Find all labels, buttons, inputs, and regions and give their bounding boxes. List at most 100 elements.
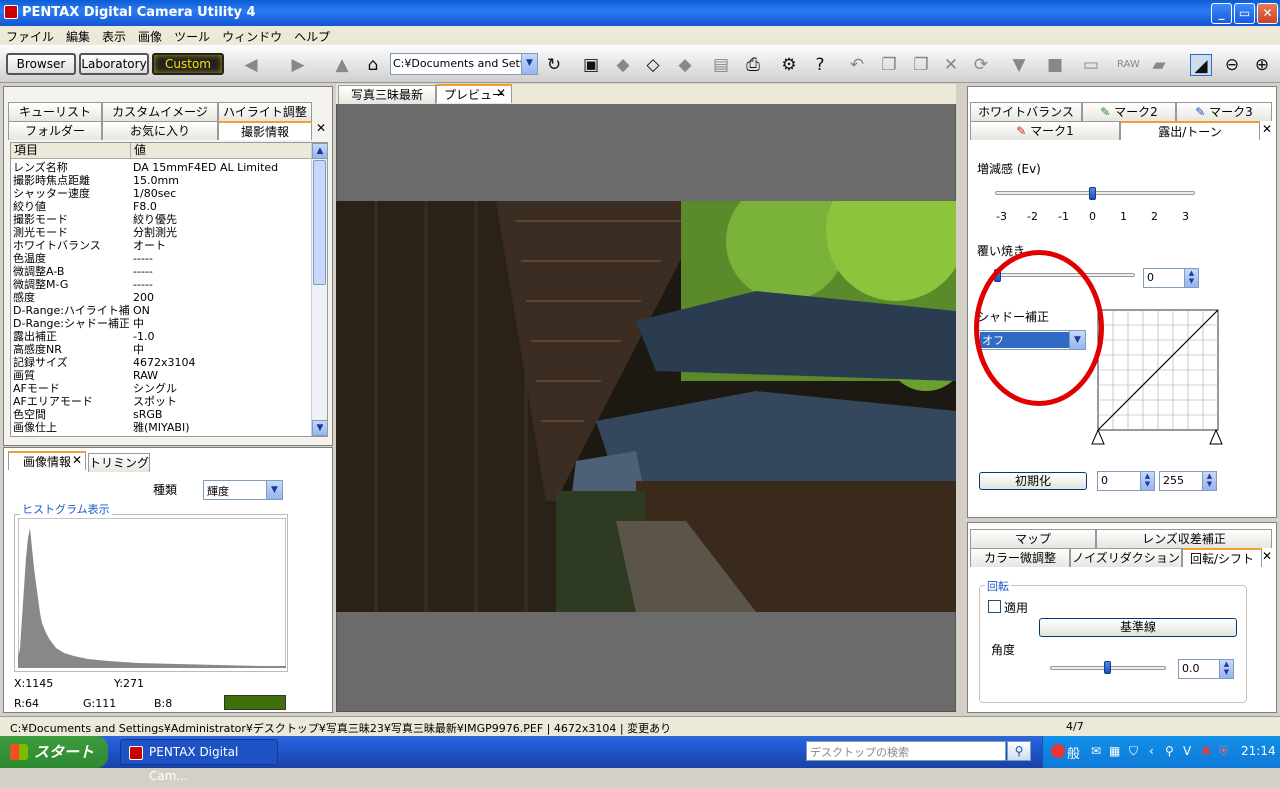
- display-toggle-icon[interactable]: ▣: [580, 54, 602, 76]
- table-row[interactable]: 感度 200: [11, 291, 313, 304]
- table-row[interactable]: D-Range:ハイライト補... ON: [11, 304, 313, 317]
- up-arrow-icon[interactable]: ▲: [331, 54, 353, 76]
- scroll-up-icon[interactable]: ▲: [312, 143, 327, 159]
- tab-mark2[interactable]: ✎ マーク2: [1082, 102, 1176, 121]
- menu-edit[interactable]: 編集: [60, 26, 96, 45]
- fit-view-icon[interactable]: ◢: [1190, 54, 1212, 76]
- table-row[interactable]: 画像仕上 雅(MIYABI): [11, 421, 313, 434]
- table-row[interactable]: D-Range:シャドー補正中: [11, 317, 313, 330]
- table-row[interactable]: 記録サイズ 4672x3104: [11, 356, 313, 369]
- table-row[interactable]: 画質 RAW: [11, 369, 313, 382]
- table-row[interactable]: 色温度 -----: [11, 252, 313, 265]
- custom-button[interactable]: Custom: [152, 53, 224, 75]
- search-icon[interactable]: ⚲: [1007, 741, 1031, 761]
- table-row[interactable]: シャッター速度 1/80sec: [11, 187, 313, 200]
- menu-help[interactable]: ヘルプ: [288, 26, 336, 45]
- undo-icon[interactable]: ↶: [846, 54, 868, 76]
- tray-network-icon[interactable]: ⚲: [1165, 744, 1174, 758]
- table-row[interactable]: レンズ名称 DA 15mmF4ED AL Limited: [11, 161, 313, 174]
- window-icon[interactable]: ▭: [1080, 54, 1102, 76]
- spin-icon[interactable]: ▲ ▼: [1202, 472, 1216, 490]
- tray-tools-icon[interactable]: ✉: [1091, 744, 1101, 758]
- menu-file[interactable]: ファイル: [0, 26, 60, 45]
- exposure-slider-thumb[interactable]: [1089, 187, 1096, 200]
- gray-square-icon[interactable]: ■: [1044, 54, 1066, 76]
- tab-exposure-tone[interactable]: 露出/トーン: [1120, 121, 1260, 140]
- tab-mark3[interactable]: ✎ マーク3: [1176, 102, 1272, 121]
- menu-view[interactable]: 表示: [96, 26, 132, 45]
- close-icon[interactable]: ✕: [496, 86, 506, 100]
- table-row[interactable]: 色空間 sRGB: [11, 408, 313, 421]
- spin-icon[interactable]: ▲ ▼: [1184, 269, 1198, 287]
- chevron-down-icon[interactable]: ▼: [521, 54, 537, 74]
- refresh-icon[interactable]: ↻: [543, 54, 565, 76]
- forward-arrow-icon[interactable]: ▶: [287, 54, 309, 76]
- spin-icon[interactable]: ▲ ▼: [1140, 472, 1154, 490]
- path-combo[interactable]: C:¥Documents and Settir ▼: [390, 53, 538, 75]
- column-header[interactable]: 値: [131, 143, 313, 159]
- close-icon[interactable]: ✕: [1262, 122, 1272, 136]
- browser-button[interactable]: Browser: [6, 53, 76, 75]
- start-button[interactable]: スタート: [0, 736, 108, 768]
- tray-package-icon[interactable]: ▦: [1109, 744, 1120, 758]
- chevron-down-icon[interactable]: ▼: [266, 481, 282, 499]
- table-row[interactable]: 微調整M-G -----: [11, 278, 313, 291]
- table-row[interactable]: 微調整A-B -----: [11, 265, 313, 278]
- tray-shield-icon[interactable]: ⛉: [1129, 744, 1138, 759]
- tab-shooting-info[interactable]: 撮影情報: [218, 121, 312, 140]
- close-button[interactable]: ✕: [1257, 3, 1278, 24]
- laboratory-button[interactable]: Laboratory: [79, 53, 149, 75]
- table-row[interactable]: ホワイトバランス オート: [11, 239, 313, 252]
- home-icon[interactable]: ⌂: [362, 54, 384, 76]
- vertical-scrollbar[interactable]: ▲ ▼: [311, 143, 327, 436]
- next-image-icon[interactable]: ◇: [642, 54, 664, 76]
- table-row[interactable]: AFエリアモード スポット: [11, 395, 313, 408]
- high-input[interactable]: 255 ▲ ▼: [1159, 471, 1217, 491]
- tab-color-adjust[interactable]: カラー微調整: [970, 548, 1070, 567]
- tab-mark1[interactable]: ✎ マーク1: [970, 121, 1120, 140]
- back-arrow-icon[interactable]: ◀: [240, 54, 262, 76]
- zoom-out-icon[interactable]: ⊖: [1221, 54, 1243, 76]
- menu-image[interactable]: 画像: [132, 26, 168, 45]
- table-row[interactable]: 露出補正 -1.0: [11, 330, 313, 343]
- tray-antivirus-icon[interactable]: V: [1183, 744, 1191, 758]
- burn-input[interactable]: 0 ▲ ▼: [1143, 268, 1199, 288]
- diamond-icon[interactable]: ◆: [674, 54, 696, 76]
- tab-noise-reduction[interactable]: ノイズリダクション: [1070, 548, 1182, 567]
- tab-queue-list[interactable]: キューリスト: [8, 102, 102, 121]
- table-row[interactable]: 測光モード 分割測光: [11, 226, 313, 239]
- baseline-button[interactable]: 基準線: [1039, 618, 1237, 637]
- minimize-button[interactable]: _: [1211, 3, 1232, 24]
- table-row[interactable]: 高感度NR 中: [11, 343, 313, 356]
- tab-rotate-shift[interactable]: 回転/シフト: [1182, 548, 1262, 567]
- copy-icon[interactable]: ❐: [878, 54, 900, 76]
- maximize-button[interactable]: ▭: [1234, 3, 1255, 24]
- filter-icon[interactable]: ▼: [1008, 54, 1030, 76]
- taskbar-item-pentax[interactable]: PENTAX Digital Cam...: [120, 739, 278, 783]
- tray-arrow-icon[interactable]: ‹: [1149, 744, 1154, 758]
- spin-icon[interactable]: ▲ ▼: [1219, 660, 1233, 678]
- tab-favorites[interactable]: お気に入り: [102, 121, 218, 140]
- tab-folder[interactable]: フォルダー: [8, 121, 102, 140]
- tab-latest-photos[interactable]: 写真三昧最新: [338, 85, 436, 104]
- scroll-thumb[interactable]: [313, 160, 326, 285]
- screen-icon[interactable]: ▤: [710, 54, 732, 76]
- desktop-search-input[interactable]: デスクトップの検索: [806, 741, 1006, 761]
- table-row[interactable]: 撮影時焦点距離 15.0mm: [11, 174, 313, 187]
- gear-icon[interactable]: ⚙: [778, 54, 800, 76]
- tab-custom-image[interactable]: カスタムイメージ: [102, 102, 218, 121]
- paste-icon[interactable]: ❐: [910, 54, 932, 76]
- help-icon[interactable]: ?: [809, 54, 831, 76]
- table-row[interactable]: 絞り値 F8.0: [11, 200, 313, 213]
- folder-icon[interactable]: ▰: [1148, 54, 1170, 76]
- low-input[interactable]: 0 ▲ ▼: [1097, 471, 1155, 491]
- tab-trimming[interactable]: トリミング: [88, 453, 150, 472]
- kind-select[interactable]: 輝度 ▼: [203, 480, 283, 500]
- angle-slider-thumb[interactable]: [1104, 661, 1111, 674]
- tab-white-balance[interactable]: ホワイトバランス: [970, 102, 1082, 121]
- column-header[interactable]: 項目: [11, 143, 131, 159]
- raw-icon[interactable]: RAW: [1117, 54, 1140, 76]
- tab-highlight[interactable]: ハイライト調整: [218, 102, 312, 121]
- print-icon[interactable]: ⎙: [742, 54, 764, 76]
- delete-icon[interactable]: ✕: [940, 54, 962, 76]
